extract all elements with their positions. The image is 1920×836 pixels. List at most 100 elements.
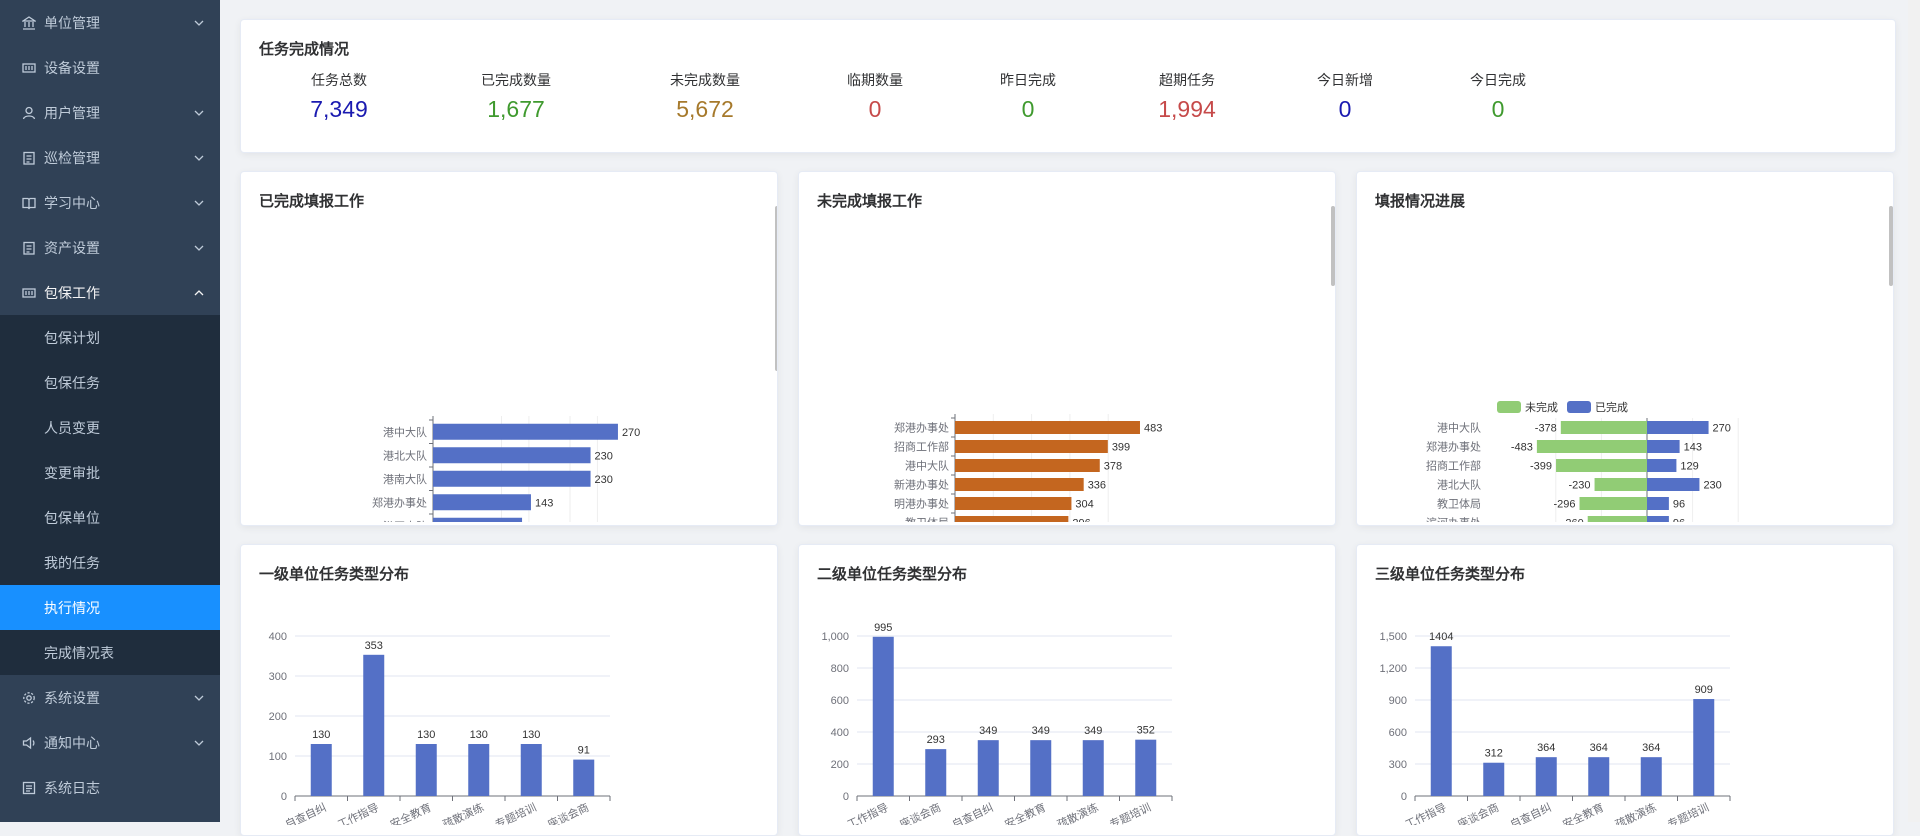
y-tick-label: 郑港办事处 <box>372 495 427 509</box>
y-tick-label: 100 <box>269 751 287 763</box>
menu-item[interactable]: 学习中心 <box>0 180 220 225</box>
y-tick-label: 600 <box>1389 727 1407 739</box>
stat-value: 1,677 <box>487 96 545 122</box>
data-label: 364 <box>1590 742 1608 754</box>
bar <box>955 440 1108 453</box>
data-label: 130 <box>312 729 330 741</box>
x-tick-label: 安全教育 <box>1560 800 1606 825</box>
submenu-item[interactable]: 变更审批 <box>0 450 220 495</box>
data-label: 270 <box>622 427 640 439</box>
bar-uncompleted <box>1536 440 1647 453</box>
data-label: 1404 <box>1429 631 1453 643</box>
submenu-item[interactable]: 执行情况 <box>0 585 220 630</box>
menu-item-label: 设备设置 <box>44 59 100 76</box>
menu-item[interactable]: 包保工作 <box>0 270 220 315</box>
stat-label: 已完成数量 <box>481 72 551 88</box>
data-label: 143 <box>1684 442 1702 454</box>
data-label: 349 <box>1084 725 1102 737</box>
submenu-item[interactable]: 包保单位 <box>0 495 220 540</box>
data-label: 364 <box>1537 742 1555 754</box>
page-scrollbar[interactable] <box>1908 0 1920 822</box>
bar <box>1030 740 1052 796</box>
submenu-item[interactable]: 完成情况表 <box>0 630 220 675</box>
bar <box>977 740 999 796</box>
submenu-item[interactable]: 包保计划 <box>0 315 220 360</box>
data-label: -296 <box>1553 499 1575 511</box>
bar <box>310 744 332 796</box>
y-tick-label: 1,200 <box>1379 663 1407 675</box>
bar <box>433 423 618 440</box>
menu-item[interactable]: 系统日志 <box>0 765 220 810</box>
chevron-down-icon <box>194 720 204 765</box>
bar <box>872 636 894 796</box>
y-tick-label: 港中大队 <box>1437 421 1481 435</box>
menu-item[interactable]: 系统设置 <box>0 675 220 720</box>
data-label: 129 <box>1680 461 1698 473</box>
report-progress-card: 填报情况进展 未完成 已完成 港中大队 -378 270 郑港办事处 -483 143 招商工作… <box>1356 171 1894 526</box>
data-label: 96 <box>1673 518 1685 523</box>
menu-item[interactable]: 单位管理 <box>0 0 220 45</box>
menu-item[interactable]: 用户管理 <box>0 90 220 135</box>
y-tick-label: 教卫体局 <box>905 516 949 523</box>
bar-uncompleted <box>1579 497 1647 510</box>
x-tick-label: 专题培训 <box>1665 800 1711 825</box>
legend-label: 未完成 <box>1525 400 1558 414</box>
bar <box>433 494 531 511</box>
x-tick-label: 自查自纠 <box>1508 800 1554 825</box>
stat-item: 任务总数 7,349 <box>241 70 439 123</box>
data-label: 378 <box>1104 461 1122 473</box>
legend-swatch-uncompleted <box>1497 401 1521 413</box>
data-label: 364 <box>1642 742 1660 754</box>
menu-item[interactable]: 资产设置 <box>0 225 220 270</box>
bar <box>520 744 542 796</box>
y-tick-label: 200 <box>831 759 849 771</box>
bar <box>955 421 1140 434</box>
user-icon <box>22 106 36 120</box>
bar <box>1588 757 1610 796</box>
chevron-down-icon <box>194 675 204 720</box>
y-tick-label: 800 <box>831 663 849 675</box>
data-label: 296 <box>1072 518 1090 523</box>
bar <box>955 516 1069 522</box>
data-label: 352 <box>1137 725 1155 737</box>
y-tick-label: 教卫体局 <box>1437 497 1481 511</box>
menu-item[interactable]: 设备设置 <box>0 45 220 90</box>
y-tick-label: 400 <box>831 727 849 739</box>
menu-item[interactable]: 通知中心 <box>0 720 220 765</box>
level1-distribution-chart: 0 100 200 300 400 130 自查自纠 353 工作指导 130 安全教育 130 疏散演… <box>269 631 611 825</box>
menu-item-label: 用户管理 <box>44 104 100 121</box>
data-label: 312 <box>1485 748 1503 760</box>
data-label: 143 <box>535 497 553 509</box>
y-tick-label: 招商工作部 <box>1426 459 1481 473</box>
submenu-item[interactable]: 人员变更 <box>0 405 220 450</box>
completed-report-chart: 港中大队270港北大队230港南大队230郑港办事处143港区支队130招商工作… <box>372 416 640 522</box>
bank-icon <box>22 15 36 30</box>
data-label: 995 <box>874 622 892 634</box>
y-tick-label: 0 <box>1401 791 1407 803</box>
bar <box>1640 757 1662 796</box>
bar-completed <box>1647 497 1669 510</box>
submenu-item[interactable]: 包保任务 <box>0 360 220 405</box>
legend-label: 已完成 <box>1595 400 1628 414</box>
bar-uncompleted <box>1560 421 1647 434</box>
menu-item-label: 学习中心 <box>44 194 100 211</box>
completed-report-card: 已完成填报工作 港中大队270港北大队230港南大队230郑港办事处143港区支… <box>240 171 778 526</box>
scrollbar[interactable] <box>775 206 777 371</box>
uncompleted-report-chart: 郑港办事处 483 招商工作部 399 港中大队 378 新港办事处 336 明港办事处 304 教… <box>894 414 1162 523</box>
device-icon <box>22 286 36 300</box>
data-label: 293 <box>927 734 945 746</box>
x-tick-label: 自查自纠 <box>950 800 996 825</box>
data-label: 130 <box>522 729 540 741</box>
y-tick-label: 港北大队 <box>383 448 427 462</box>
scrollbar[interactable] <box>1331 206 1335 286</box>
x-tick-label: 座谈会商 <box>1455 800 1501 825</box>
y-tick-label: 郑港办事处 <box>894 421 949 435</box>
chevron-up-icon <box>194 270 204 315</box>
scrollbar[interactable] <box>1889 206 1893 286</box>
sidebar: 单位管理设备设置用户管理巡检管理学习中心资产设置包保工作 包保计划 包保任务 人员变… <box>0 0 220 822</box>
menu-item-label: 资产设置 <box>44 239 100 256</box>
y-tick-label: 200 <box>269 711 287 723</box>
submenu-item[interactable]: 我的任务 <box>0 540 220 585</box>
menu-item[interactable]: 巡检管理 <box>0 135 220 180</box>
bar <box>1082 740 1104 796</box>
